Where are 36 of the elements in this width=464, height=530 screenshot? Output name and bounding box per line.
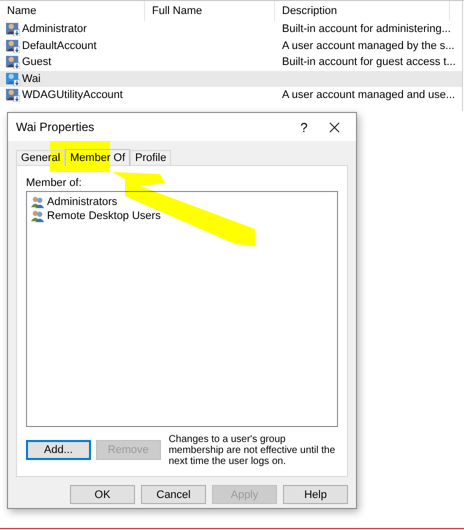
user-icon <box>6 72 20 86</box>
close-icon[interactable] <box>329 122 340 132</box>
user-description: Built-in account for administering... <box>282 23 451 36</box>
dialog-button[interactable]: Cancel <box>141 485 206 504</box>
user-name: WDAGUtilityAccount <box>22 89 123 102</box>
window-title: Wai Properties <box>16 120 96 134</box>
user-icon <box>6 38 20 53</box>
group-icon <box>31 195 45 209</box>
user-description: A user account managed by the s... <box>282 40 454 52</box>
group-name[interactable]: Remote Desktop Users <box>47 210 161 222</box>
column-header[interactable]: Description <box>275 1 450 21</box>
user-name: Administrator <box>22 23 87 36</box>
user-row[interactable]: WDAGUtilityAccount A user account managed and use... <box>0 87 462 104</box>
user-description: A user account managed and use... <box>282 89 456 102</box>
user-row[interactable]: Guest Built-in account for guest access t... <box>0 54 462 70</box>
user-icon <box>6 22 20 36</box>
dialog-button[interactable]: Help <box>283 485 348 504</box>
column-header[interactable]: Full Name <box>145 1 275 21</box>
user-name: DefaultAccount <box>22 40 97 52</box>
user-row[interactable]: Wai <box>0 70 462 87</box>
group-name[interactable]: Administrators <box>47 196 118 208</box>
group-button[interactable]: Add... <box>26 440 91 460</box>
membership-note: Changes to a user's group membership are not effective until the next time the user logs on. <box>168 434 336 467</box>
user-icon <box>6 88 20 102</box>
group-icon <box>31 209 45 223</box>
dialog-button[interactable]: OK <box>70 485 135 504</box>
help-button[interactable]: ? <box>289 120 319 134</box>
user-name: Wai <box>22 72 41 85</box>
user-name: Guest <box>22 56 52 68</box>
user-row[interactable]: Administrator Built-in account for administering... <box>0 21 462 38</box>
user-description: Built-in account for guest access t... <box>282 56 456 68</box>
group-list[interactable]: Administrators Remote Desktop Users <box>26 191 338 427</box>
user-icon <box>6 55 20 70</box>
column-header[interactable]: Name <box>0 1 145 21</box>
user-row[interactable]: DefaultAccount A user account managed by the s... <box>0 38 462 54</box>
member-label: Member of: <box>26 176 83 190</box>
